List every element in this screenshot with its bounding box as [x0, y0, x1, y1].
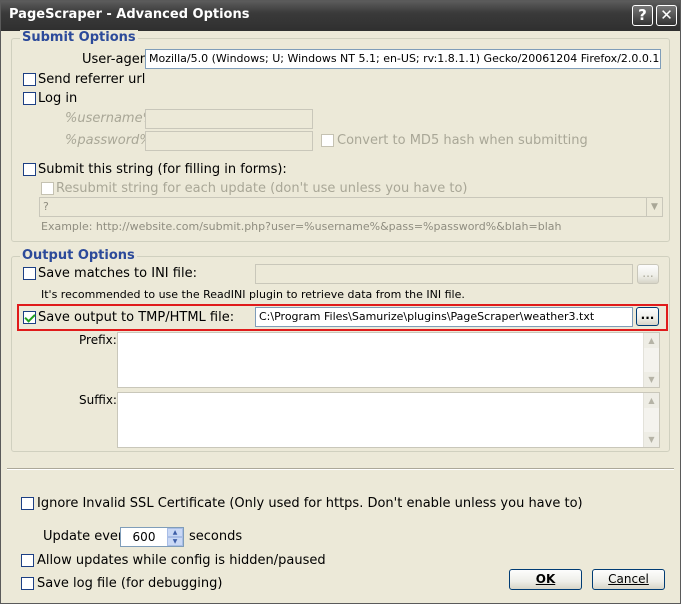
username-label: %username% — [65, 111, 155, 126]
prefix-label: Prefix: — [79, 333, 117, 347]
save-tmp-label: Save output to TMP/HTML file: — [38, 310, 235, 325]
scroll-down-icon[interactable]: ▼ — [644, 372, 659, 387]
ini-path-input[interactable] — [255, 264, 633, 284]
ini-browse-button[interactable]: ... — [637, 264, 659, 284]
ini-note: It's recommended to use the ReadINI plug… — [41, 288, 465, 301]
cancel-button[interactable]: Cancel — [592, 569, 665, 590]
spinner-buttons[interactable]: ▲ ▼ — [167, 528, 183, 546]
save-ini-checkbox[interactable] — [23, 267, 36, 280]
password-input[interactable] — [145, 131, 313, 151]
chevron-down-icon[interactable]: ▼ — [646, 198, 662, 216]
suffix-textarea[interactable]: ▲ ▼ — [117, 392, 660, 448]
tmp-browse-button[interactable]: ... — [636, 307, 659, 326]
spin-up-icon[interactable]: ▲ — [167, 528, 183, 537]
update-every-label: Update every — [43, 529, 131, 544]
spin-down-icon[interactable]: ▼ — [167, 537, 183, 546]
seconds-label: seconds — [189, 529, 243, 544]
output-options-legend: Output Options — [20, 248, 137, 263]
send-referrer-label: Send referrer url — [38, 72, 146, 87]
ignore-ssl-checkbox[interactable] — [21, 497, 34, 510]
window-title: PageScraper - Advanced Options — [9, 7, 250, 22]
user-agent-label: User-agent — [82, 52, 154, 67]
example-text: Example: http://website.com/submit.php?u… — [41, 220, 562, 233]
resubmit-label: Resubmit string for each update (don't u… — [56, 181, 468, 196]
md5-checkbox[interactable] — [321, 134, 334, 147]
advanced-options-dialog: PageScraper - Advanced Options ? ✕ Submi… — [0, 0, 681, 604]
save-ini-label: Save matches to INI file: — [38, 266, 197, 281]
save-log-label: Save log file (for debugging) — [37, 576, 223, 591]
suffix-label: Suffix: — [79, 393, 117, 407]
user-agent-input[interactable]: Mozilla/5.0 (Windows; U; Windows NT 5.1;… — [145, 49, 661, 69]
submit-options-legend: Submit Options — [20, 30, 138, 45]
ignore-ssl-label: Ignore Invalid SSL Certificate (Only use… — [37, 496, 583, 511]
submit-string-value: ? — [43, 200, 49, 213]
separator — [7, 468, 674, 470]
help-icon: ? — [638, 6, 647, 24]
update-interval-spinner[interactable]: 600 ▲ ▼ — [120, 527, 184, 547]
submit-string-label: Submit this string (for filling in forms… — [38, 162, 287, 177]
close-icon: ✕ — [660, 6, 673, 24]
help-button[interactable]: ? — [632, 5, 653, 26]
resubmit-checkbox[interactable] — [41, 182, 54, 195]
save-log-checkbox[interactable] — [21, 577, 34, 590]
save-tmp-checkbox[interactable] — [23, 311, 36, 324]
password-label: %password% — [65, 133, 152, 148]
title-bar[interactable]: PageScraper - Advanced Options ? ✕ — [1, 1, 680, 31]
allow-updates-checkbox[interactable] — [21, 554, 34, 567]
tmp-path-input[interactable]: C:\Program Files\Samurize\plugins\PageSc… — [255, 307, 633, 327]
submit-string-combo[interactable]: ? ▼ — [39, 197, 663, 217]
send-referrer-checkbox[interactable] — [23, 73, 36, 86]
scroll-down-icon[interactable]: ▼ — [644, 432, 659, 447]
update-interval-value: 600 — [132, 530, 156, 544]
username-input[interactable] — [145, 109, 313, 129]
prefix-textarea[interactable]: ▲ ▼ — [117, 332, 660, 388]
ok-button[interactable]: OK — [509, 569, 582, 590]
log-in-label: Log in — [38, 91, 78, 106]
suffix-scrollbar[interactable]: ▲ ▼ — [643, 393, 659, 447]
log-in-checkbox[interactable] — [23, 92, 36, 105]
allow-updates-label: Allow updates while config is hidden/pau… — [37, 553, 326, 568]
prefix-scrollbar[interactable]: ▲ ▼ — [643, 333, 659, 387]
close-button[interactable]: ✕ — [656, 5, 677, 26]
scroll-up-icon[interactable]: ▲ — [644, 393, 659, 408]
md5-label: Convert to MD5 hash when submitting — [337, 133, 588, 148]
submit-string-checkbox[interactable] — [23, 163, 36, 176]
scroll-up-icon[interactable]: ▲ — [644, 333, 659, 348]
